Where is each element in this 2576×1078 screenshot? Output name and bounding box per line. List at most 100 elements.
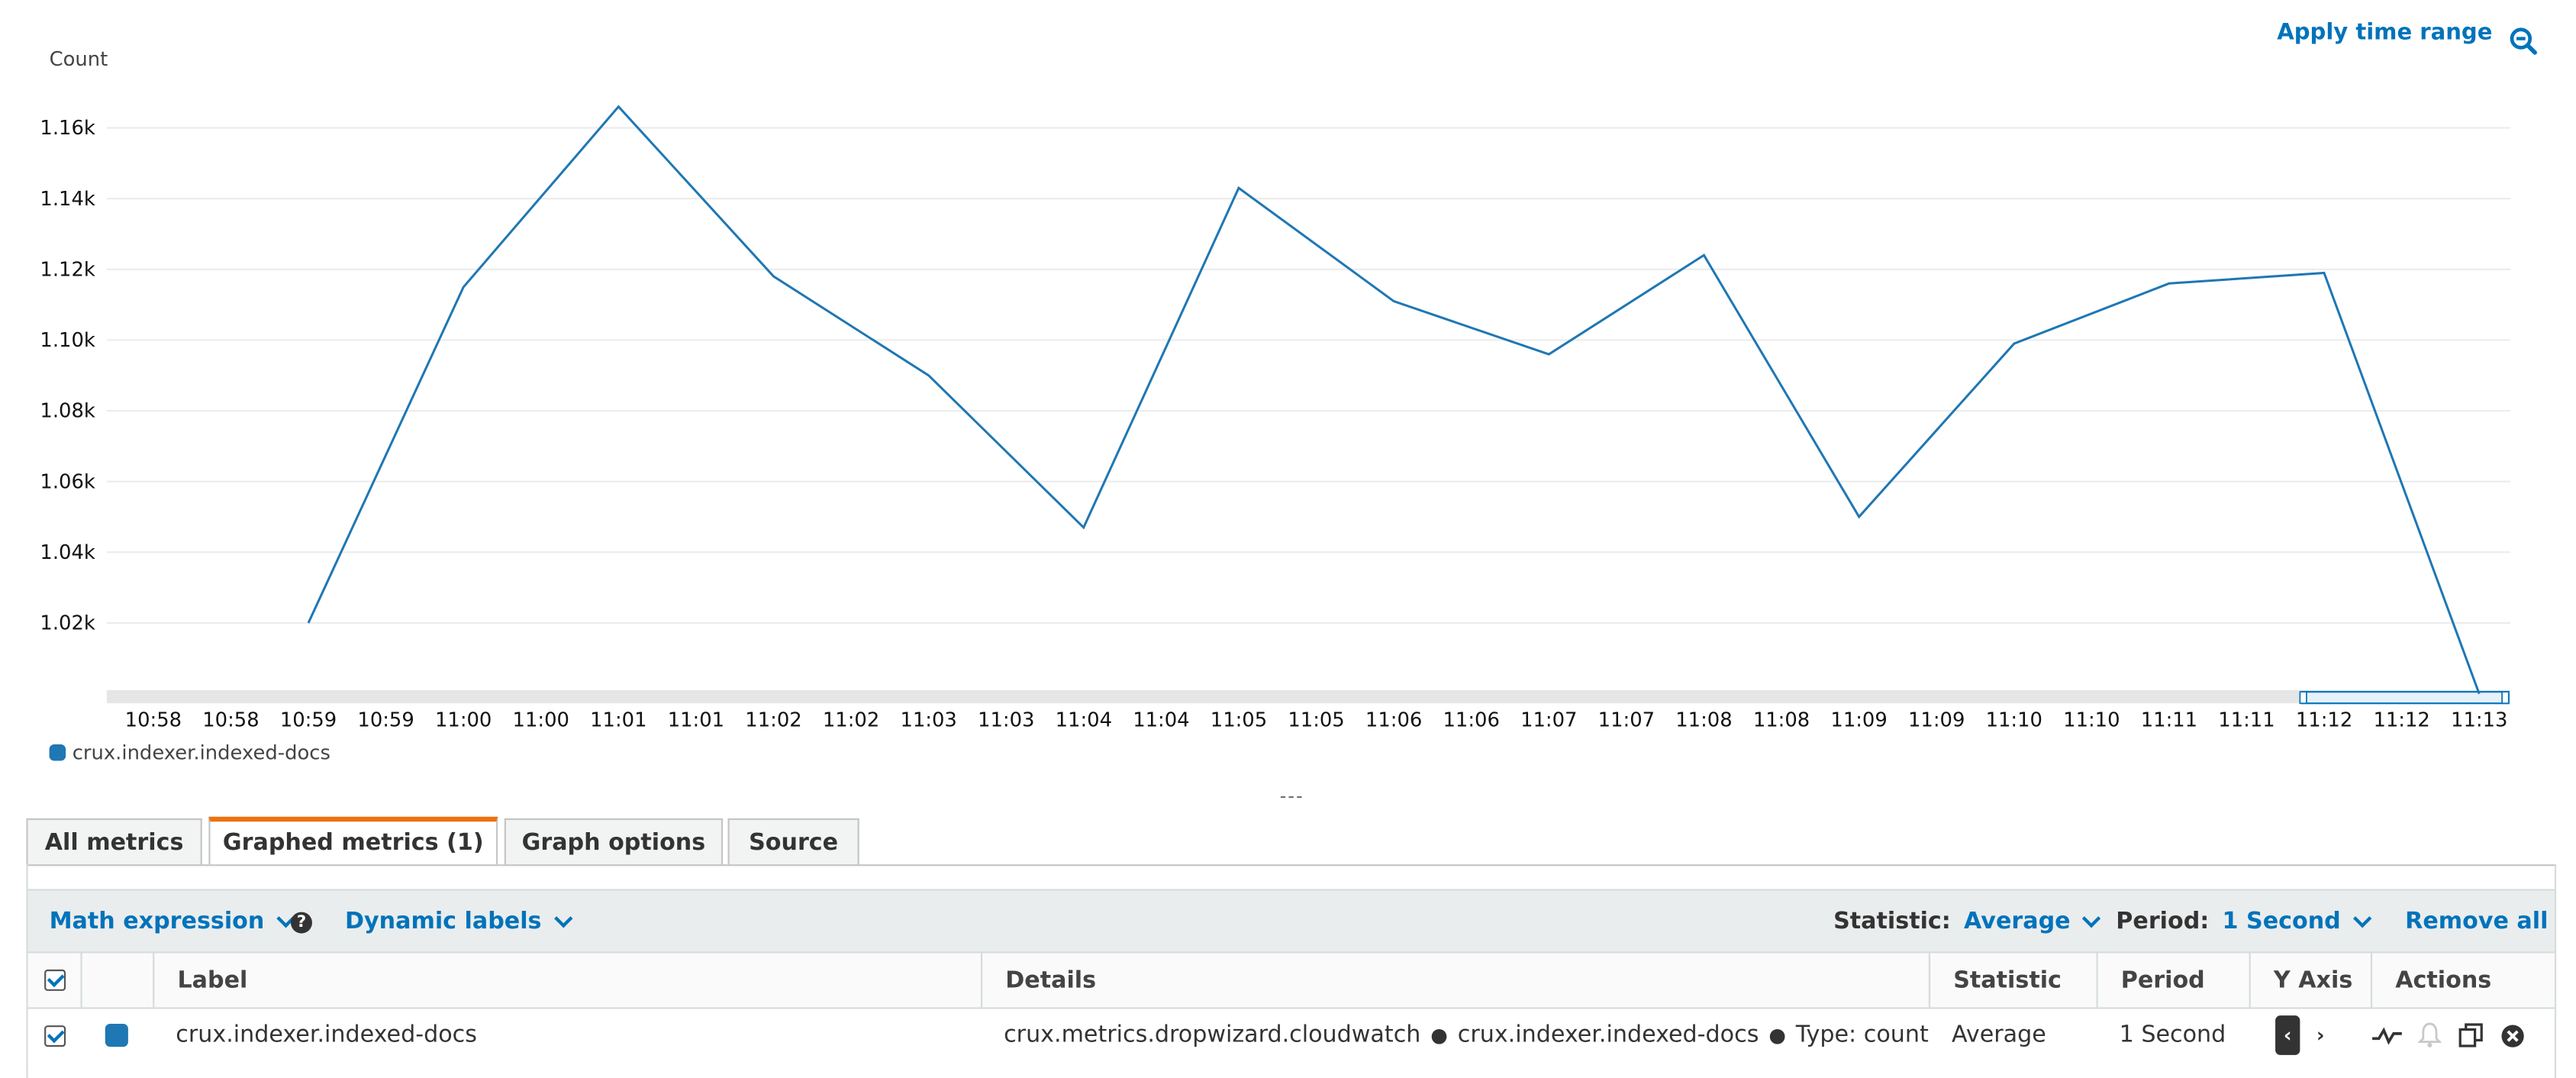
data-point	[1234, 183, 1244, 193]
series-layer	[304, 102, 2484, 699]
data-point	[2474, 689, 2484, 699]
math-expression-dropdown[interactable]: Math expression	[50, 891, 295, 954]
range-handle-left[interactable]	[2299, 691, 2307, 705]
select-all-checkbox[interactable]	[44, 969, 66, 991]
legend-label: crux.indexer.indexed-docs	[72, 741, 330, 764]
range-handle-right[interactable]	[2501, 691, 2510, 705]
remove-metric-icon[interactable]	[2500, 1024, 2525, 1048]
x-tick-label: 11:00	[435, 708, 492, 731]
x-tick-label: 10:59	[357, 708, 414, 731]
statistic-selector[interactable]: Statistic: Average	[1833, 891, 2101, 954]
x-tick-label: 11:08	[1675, 708, 1732, 731]
chevron-down-icon	[2352, 909, 2371, 928]
x-tick-label: 11:11	[2218, 708, 2275, 731]
y-axis-ticks: 1.16k 1.14k 1.12k 1.10k 1.08k 1.06k 1.04k 1.02k	[40, 117, 95, 634]
y-axis-right-button[interactable]: ›	[2308, 1015, 2333, 1055]
x-tick-label: 10:58	[125, 708, 182, 731]
data-point	[614, 102, 624, 111]
statistic-column-header[interactable]: Statistic	[1928, 953, 2097, 1008]
x-tick-label: 11:09	[1830, 708, 1887, 731]
row-label[interactable]: crux.indexer.indexed-docs	[153, 1009, 981, 1062]
data-point	[924, 370, 933, 380]
row-select-cell[interactable]	[28, 1009, 81, 1062]
separator-dot: ●	[1430, 1023, 1448, 1047]
grid-lines	[106, 127, 2510, 625]
y-tick-label: 1.16k	[40, 117, 95, 140]
remove-all-button[interactable]: Remove all	[2405, 891, 2548, 954]
help-icon-wrap[interactable]: ?	[290, 891, 312, 954]
data-point	[1544, 350, 1554, 360]
tab-graph-options[interactable]: Graph options	[504, 818, 724, 865]
x-tick-label: 10:58	[202, 708, 259, 731]
zoom-out-icon[interactable]	[2509, 26, 2539, 62]
tab-all-metrics[interactable]: All metrics	[26, 818, 202, 865]
dynamic-labels-dropdown[interactable]: Dynamic labels	[345, 891, 572, 954]
x-tick-label: 11:05	[1288, 708, 1344, 731]
chart-legend[interactable]: crux.indexer.indexed-docs	[49, 741, 330, 764]
data-point	[1699, 250, 1709, 260]
x-tick-label: 11:10	[2063, 708, 2120, 731]
tab-source[interactable]: Source	[727, 818, 859, 865]
period-column-header[interactable]: Period	[2096, 953, 2249, 1008]
period-selector[interactable]: Period: 1 Second	[2116, 891, 2371, 954]
period-label: Period:	[2116, 909, 2210, 935]
tab-graphed-metrics[interactable]: Graphed metrics (1)	[208, 816, 498, 865]
series-line[interactable]	[307, 105, 2481, 695]
data-point	[2164, 279, 2174, 289]
y-tick-label: 1.04k	[40, 541, 95, 564]
x-tick-label: 11:10	[1986, 708, 2042, 731]
row-color-cell[interactable]	[80, 1009, 153, 1062]
x-tick-label: 11:03	[978, 708, 1034, 731]
row-checkbox[interactable]	[44, 1025, 66, 1047]
y-axis-left-button[interactable]: ‹	[2275, 1015, 2300, 1055]
series-color-swatch[interactable]	[105, 1023, 128, 1047]
details-column-header[interactable]: Details	[980, 953, 1929, 1008]
x-tick-label: 11:01	[668, 708, 724, 731]
data-point	[1078, 522, 1088, 532]
x-tick-label: 11:09	[1908, 708, 1965, 731]
metric-line-chart[interactable]: 1.16k 1.14k 1.12k 1.10k 1.08k 1.06k 1.04k 1.02k…	[0, 0, 2576, 773]
panel-resize-handle[interactable]: ---	[1280, 786, 1304, 807]
statistic-label: Statistic:	[1833, 909, 1951, 935]
time-scrollbar-track[interactable]	[106, 690, 2510, 704]
x-tick-label: 11:12	[2296, 708, 2352, 731]
chevron-down-icon	[553, 909, 572, 928]
row-y-axis: ‹ ›	[2249, 1009, 2371, 1062]
x-tick-label: 11:02	[823, 708, 879, 731]
legend-color-swatch	[49, 744, 66, 761]
select-all-cell[interactable]	[28, 953, 81, 1007]
cloudwatch-graph-view: 1.16k 1.14k 1.12k 1.10k 1.08k 1.06k 1.04k 1.02k…	[0, 0, 2576, 1078]
data-point	[769, 272, 779, 282]
data-point	[304, 618, 314, 628]
x-tick-label: 11:02	[745, 708, 801, 731]
row-actions	[2371, 1009, 2555, 1062]
help-icon[interactable]: ?	[290, 911, 312, 933]
y-tick-label: 1.06k	[40, 470, 95, 493]
x-tick-label: 11:06	[1443, 708, 1500, 731]
period-value[interactable]: 1 Second	[2223, 909, 2341, 934]
graphed-metrics-toolbar: Math expression ? Dynamic labels Statist…	[27, 889, 2555, 954]
actions-column-header: Actions	[2370, 953, 2555, 1008]
x-tick-label: 11:07	[1598, 708, 1655, 731]
row-period[interactable]: 1 Second	[2096, 1009, 2249, 1062]
x-tick-label: 11:05	[1211, 708, 1267, 731]
separator-dot: ●	[1768, 1023, 1786, 1047]
graph-metric-icon[interactable]	[2371, 1024, 2404, 1047]
row-statistic[interactable]: Average	[1929, 1009, 2097, 1062]
y-tick-label: 1.08k	[40, 400, 95, 423]
table-row: crux.indexer.indexed-docs crux.metrics.d…	[27, 1009, 2555, 1065]
x-tick-label: 11:06	[1365, 708, 1422, 731]
statistic-value[interactable]: Average	[1964, 909, 2071, 934]
alarm-bell-icon[interactable]	[2418, 1022, 2442, 1048]
label-column-header[interactable]: Label	[153, 953, 981, 1008]
y-tick-label: 1.14k	[40, 188, 95, 211]
x-tick-label: 11:13	[2451, 708, 2507, 731]
y-tick-label: 1.12k	[40, 258, 95, 281]
apply-time-range-link[interactable]: Apply time range	[2277, 20, 2492, 46]
y-tick-label: 1.10k	[40, 329, 95, 352]
copy-icon[interactable]	[2458, 1022, 2484, 1048]
x-tick-label: 11:04	[1133, 708, 1189, 731]
data-point	[1854, 512, 1864, 522]
metrics-table-header: Label Details Statistic Period Y Axis Ac…	[27, 951, 2555, 1009]
details-type: Type: count	[1795, 1022, 1929, 1049]
